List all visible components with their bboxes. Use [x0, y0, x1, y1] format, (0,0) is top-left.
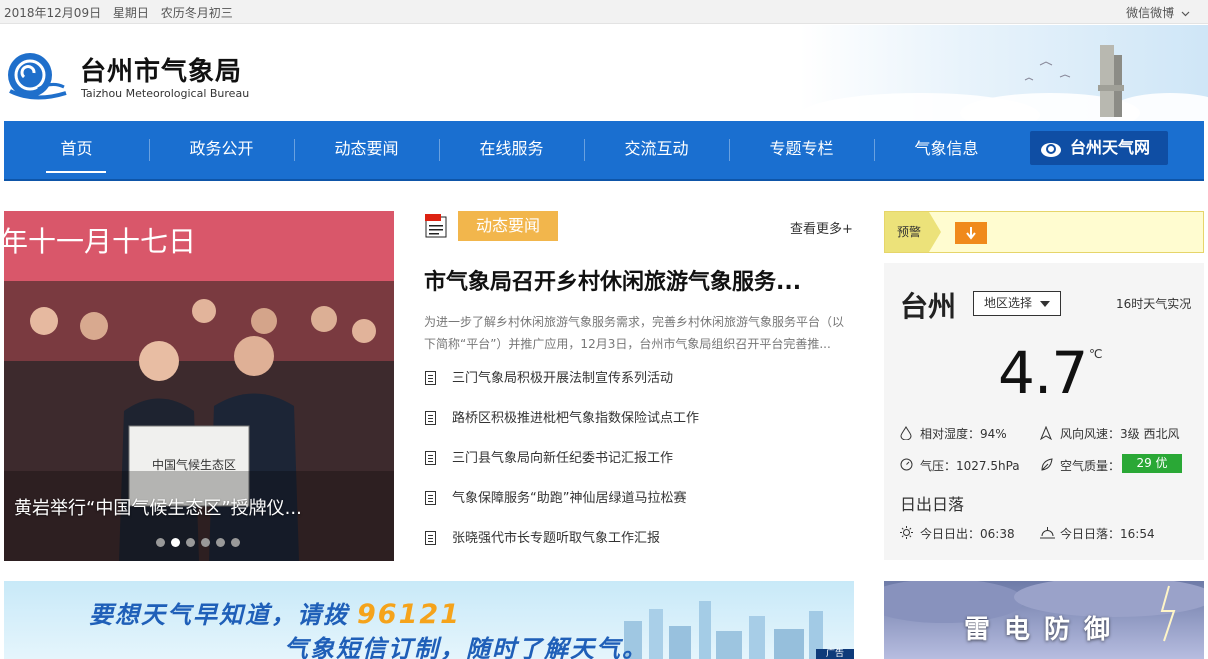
sunset-icon: [1040, 527, 1055, 539]
sunrise-row: 今日日出：06:38: [900, 525, 1015, 542]
slider-dot[interactable]: [216, 538, 225, 547]
date-info: 2018年12月09日 星期日 农历冬月初三: [4, 4, 241, 21]
news-list-item[interactable]: 气象保障服务“助跑”神仙居绿道马拉松赛: [424, 487, 854, 527]
air-quality-label: 空气质量：: [1060, 459, 1121, 473]
slider-caption[interactable]: 黄岩举行“中国气候生态区”授牌仪...: [14, 494, 302, 520]
weekday-text: 星期日: [112, 6, 149, 20]
gauge-icon: [900, 458, 913, 471]
sunset-row: 今日日落：16:54: [1040, 525, 1155, 542]
nav-special-topics[interactable]: 专题专栏: [729, 121, 874, 179]
news-item-title: 气象保障服务“助跑”神仙居绿道马拉松赛: [452, 491, 687, 506]
nav-home[interactable]: 首页: [4, 121, 149, 179]
weather-site-label: 台州天气网: [1070, 138, 1151, 157]
skyline-banner-image: [800, 25, 1208, 121]
slider-backdrop-text: 年十一月十七日: [4, 225, 196, 258]
sign-plaque-text: 中国气候生态区: [152, 457, 236, 472]
cloud-logo-icon[interactable]: [4, 51, 68, 103]
weather-panel: 台州 地区选择 16时天气实况 4.7 ℃ 相对湿度：94% 风向风速：3级 西…: [884, 263, 1204, 560]
document-icon: [425, 491, 436, 505]
news-list-item[interactable]: 路桥区积极推进枇杷气象指数保险试点工作: [424, 407, 854, 447]
warning-bar: 预警: [884, 211, 1204, 253]
news-summary: 为进一步了解乡村休闲旅游气象服务需求，完善乡村休闲旅游气象服务平台（以下简称“平…: [424, 315, 845, 351]
temperature-value: 4.7: [998, 339, 1088, 407]
leaf-icon: [1041, 458, 1053, 471]
nav-weather-info[interactable]: 气象信息: [874, 121, 1019, 179]
air-quality-row: 空气质量：: [1040, 457, 1120, 474]
nav-news[interactable]: 动态要闻: [294, 121, 439, 179]
slider-dot-active[interactable]: [171, 538, 180, 547]
news-item-title: 路桥区积极推进枇杷气象指数保险试点工作: [452, 411, 700, 426]
lunar-date-text: 农历冬月初三: [160, 6, 233, 20]
slider-dot[interactable]: [201, 538, 210, 547]
pressure-text: 气压：1027.5hPa: [920, 459, 1020, 473]
news-icon: [425, 214, 447, 238]
sun-icon: [900, 526, 913, 539]
banner-hotline-text: 要想天气早知道，请拨 96121: [89, 595, 461, 630]
region-select[interactable]: 地区选择: [973, 291, 1061, 316]
wind-text: 风向风速：3级 西北风: [1060, 427, 1180, 441]
warning-label: 预警: [885, 212, 941, 252]
city-name: 台州: [900, 290, 957, 323]
observation-time: 16时天气实况: [1116, 297, 1192, 311]
site-title-en: Taizhou Meteorological Bureau: [81, 87, 250, 100]
pressure-row: 气压：1027.5hPa: [900, 457, 1020, 474]
taizhou-weather-link[interactable]: 台州天气网: [1030, 131, 1168, 165]
news-item-title: 张晓强代市长专题听取气象工作汇报: [452, 531, 661, 546]
main-navigation: 首页 政务公开 动态要闻 在线服务 交流互动 专题专栏 气象信息 台州天气网: [4, 121, 1204, 181]
slider-dot[interactable]: [231, 538, 240, 547]
nav-interaction[interactable]: 交流互动: [584, 121, 729, 179]
document-icon: [425, 531, 436, 545]
photo-slider[interactable]: 年十一月十七日 中国气候生态区 黄岩举行“中国气候生态区”授牌仪...: [4, 211, 394, 561]
document-icon: [425, 411, 436, 425]
humidity-row: 相对湿度：94%: [900, 425, 1007, 442]
news-list-item[interactable]: 三门县气象局向新任纪委书记汇报工作: [424, 447, 854, 487]
news-list: 三门气象局积极开展法制宣传系列活动 路桥区积极推进枇杷气象指数保险试点工作 三门…: [424, 367, 854, 567]
document-icon: [425, 371, 436, 385]
sunrise-sunset-title: 日出日落: [900, 495, 965, 514]
warning-signal-icon[interactable]: [955, 222, 987, 244]
wind-row: 风向风速：3级 西北风: [1040, 425, 1179, 442]
slider-dot[interactable]: [156, 538, 165, 547]
news-list-item[interactable]: 三门气象局积极开展法制宣传系列活动: [424, 367, 854, 407]
news-headline[interactable]: 市气象局召开乡村休闲旅游气象服务...: [424, 264, 801, 296]
ad-label: 广告: [816, 649, 854, 659]
humidity-text: 相对湿度：94%: [920, 427, 1007, 441]
date-text: 2018年12月09日: [4, 6, 102, 20]
top-info-bar: 2018年12月09日 星期日 农历冬月初三 微信微博: [0, 0, 1208, 24]
arrow-down-icon: [966, 227, 976, 240]
nav-government-affairs[interactable]: 政务公开: [149, 121, 294, 179]
banner-sms-text: 气象短信订制，随时了解天气。: [284, 635, 648, 659]
sunrise-text: 今日日出：06:38: [920, 527, 1015, 541]
site-header: 台州市气象局 Taizhou Meteorological Bureau: [0, 25, 1208, 121]
air-quality-badge: 29 优: [1122, 454, 1182, 473]
slider-pagination: [156, 532, 246, 547]
nav-online-services[interactable]: 在线服务: [439, 121, 584, 179]
sunset-text: 今日日落：16:54: [1060, 527, 1155, 541]
banner-hotline-label: 要想天气早知道，请拨: [89, 601, 349, 629]
droplet-icon: [900, 426, 912, 440]
temperature-unit: ℃: [1089, 347, 1103, 361]
chevron-down-icon: [1181, 11, 1190, 17]
wind-direction-icon: [1040, 426, 1052, 440]
document-icon: [425, 451, 436, 465]
cloud-icon: [1041, 143, 1061, 157]
news-item-title: 三门县气象局向新任纪委书记汇报工作: [452, 451, 674, 466]
lightning-protection-banner[interactable]: 雷电防御: [884, 581, 1204, 659]
social-dropdown[interactable]: 微信微博: [1126, 4, 1190, 21]
slider-dot[interactable]: [186, 538, 195, 547]
view-more-link[interactable]: 查看更多+: [790, 218, 853, 237]
news-item-title: 三门气象局积极开展法制宣传系列活动: [452, 371, 674, 386]
social-label: 微信微博: [1126, 6, 1175, 20]
hotline-number: 96121: [357, 599, 461, 630]
news-list-item[interactable]: 张晓强代市长专题听取气象工作汇报: [424, 527, 854, 567]
lightning-banner-title: 雷电防御: [964, 615, 1125, 645]
sms-service-banner[interactable]: 要想天气早知道，请拨 96121 气象短信订制，随时了解天气。 广告: [4, 581, 854, 659]
site-title-cn: 台州市气象局: [80, 57, 243, 87]
tab-news[interactable]: 动态要闻: [458, 211, 558, 241]
